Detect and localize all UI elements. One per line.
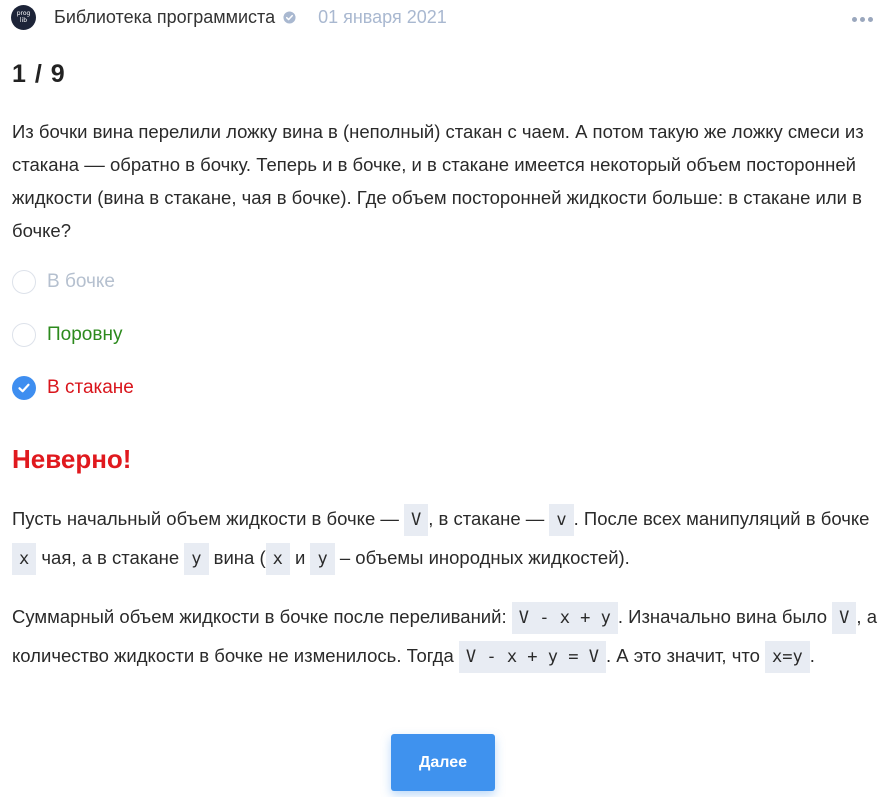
option-in-glass[interactable]: В стакане [12, 376, 134, 400]
option-in-barrel[interactable]: В бочке [12, 270, 115, 294]
verified-icon [283, 10, 296, 24]
inline-code: V [832, 602, 857, 634]
explanation-paragraph: Суммарный объем жидкости в бочке после п… [12, 598, 877, 676]
inline-code: V [404, 504, 429, 536]
inline-code: x [265, 543, 290, 575]
option-label: Поровну [47, 324, 123, 345]
post-header: prog lib Библиотека программиста 01 янва… [11, 4, 873, 30]
post-date: 01 января 2021 [318, 6, 447, 27]
answer-verdict: Неверно! [12, 444, 132, 474]
avatar-text-bottom: lib [19, 17, 28, 24]
radio-icon[interactable] [12, 323, 36, 347]
inline-code: x [12, 543, 37, 575]
question-counter: 1 / 9 [12, 60, 66, 88]
option-label: В бочке [47, 271, 115, 292]
inline-code: v [549, 504, 574, 536]
radio-icon[interactable] [12, 270, 36, 294]
inline-code: y [184, 543, 209, 575]
option-equal[interactable]: Поровну [12, 323, 122, 347]
explanation-paragraph: Пусть начальный объем жидкости в бочке —… [12, 500, 877, 578]
avatar-text-top: prog [16, 10, 31, 17]
inline-code: x=y [765, 641, 810, 673]
channel-name[interactable]: Библиотека программиста [54, 7, 275, 28]
channel-avatar[interactable]: prog lib [11, 4, 36, 30]
inline-code: V - x + y = V [458, 641, 606, 673]
inline-code: V - x + y [511, 602, 618, 634]
next-button[interactable]: Далее [391, 734, 495, 791]
question-text: Из бочки вина перелили ложку вина в (неп… [12, 121, 864, 241]
option-label: В стакане [47, 377, 134, 398]
more-options-icon[interactable] [852, 13, 873, 22]
checked-radio-icon[interactable] [12, 376, 36, 400]
checkmark-icon [18, 383, 30, 393]
inline-code: y [310, 543, 335, 575]
